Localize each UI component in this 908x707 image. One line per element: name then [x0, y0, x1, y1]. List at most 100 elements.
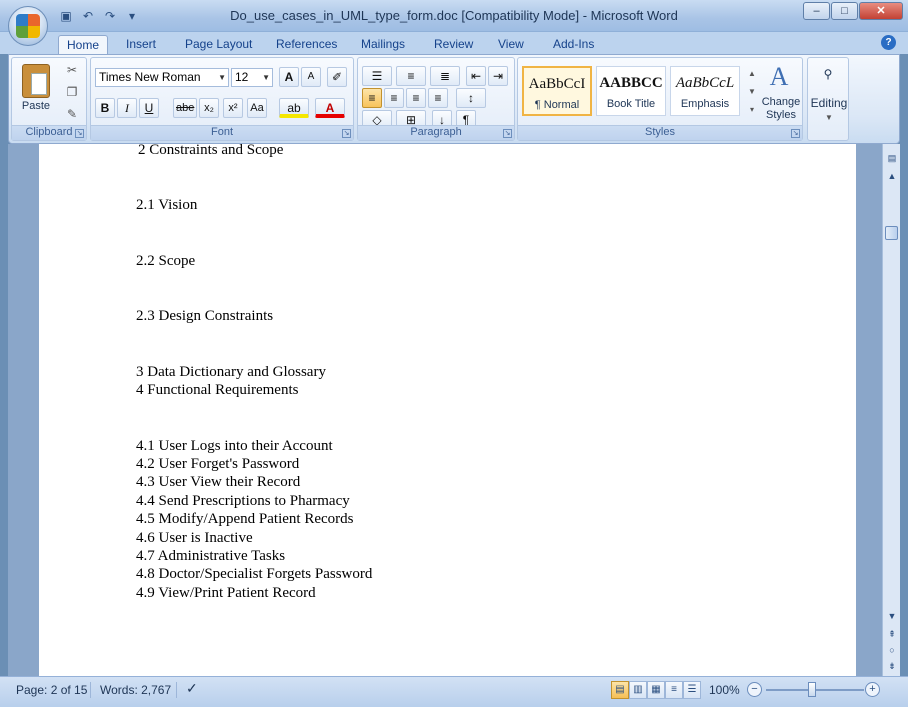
next-page-icon[interactable]: ⇟: [884, 658, 900, 674]
scroll-down-icon[interactable]: ▼: [884, 608, 900, 624]
line-spacing-icon[interactable]: ↕: [456, 88, 486, 108]
maximize-button[interactable]: □: [831, 2, 858, 20]
style-name: Book Title: [606, 98, 656, 110]
draft-icon[interactable]: ☰: [683, 681, 701, 699]
bullets-icon[interactable]: ☰: [362, 66, 392, 86]
close-button[interactable]: ✕: [859, 2, 903, 20]
select-browse-object-icon[interactable]: ○: [884, 642, 900, 658]
tab-add-ins[interactable]: Add-Ins: [545, 35, 602, 54]
paste-icon[interactable]: [22, 64, 50, 98]
font-family-select[interactable]: Times New Roman ▼: [95, 68, 229, 87]
styles-launcher-icon[interactable]: ↘: [791, 129, 800, 138]
highlight-icon[interactable]: ab: [279, 98, 309, 118]
title-bar: ▣ ↶ ↷ ▾ Do_use_cases_in_UML_type_form.do…: [0, 0, 908, 32]
binoculars-icon: ⚲: [823, 67, 833, 81]
document-area: 2 Constraints and Scope 2.1 Vision 2.2 S…: [8, 142, 882, 676]
tab-review[interactable]: Review: [426, 35, 481, 54]
font-color-icon[interactable]: A: [315, 98, 345, 118]
bold-button[interactable]: B: [95, 98, 115, 118]
clipboard-group: Paste ✂ ❐ ✎ Clipboard ↘: [11, 57, 87, 141]
styles-group: AaBbCcI ¶ Normal AABBCC Book Title AaBbC…: [517, 57, 803, 141]
change-styles-button[interactable]: Change Styles: [756, 96, 806, 122]
minimize-button[interactable]: –: [803, 2, 830, 20]
status-divider: [90, 682, 91, 698]
paste-button[interactable]: Paste: [18, 100, 54, 112]
decrease-indent-icon[interactable]: ⇤: [466, 66, 486, 86]
paragraph-group: ☰ ≡ ≣ ⇤ ⇥ ≡ ≡ ≡ ≡ ↕ ◇ ⊞ ↓ ¶ Paragraph ↘: [357, 57, 515, 141]
ribbon-tabs: Home Insert Page Layout References Maili…: [0, 32, 908, 54]
style-book-title[interactable]: AABBCC Book Title: [596, 66, 666, 116]
align-left-icon[interactable]: ≡: [362, 88, 382, 108]
tab-home[interactable]: Home: [58, 35, 109, 54]
tab-references[interactable]: References: [268, 35, 345, 54]
clear-formatting-icon[interactable]: ✐: [327, 67, 347, 87]
grow-font-button[interactable]: A: [279, 67, 299, 87]
help-icon[interactable]: ?: [881, 35, 896, 50]
tab-view[interactable]: View: [490, 35, 532, 54]
previous-page-icon[interactable]: ⇞: [884, 626, 900, 642]
scroll-up-icon[interactable]: ▲: [884, 168, 900, 184]
zoom-slider-thumb[interactable]: [808, 682, 816, 697]
tab-mailings[interactable]: Mailings: [353, 35, 413, 54]
zoom-out-icon[interactable]: −: [747, 682, 762, 697]
document-line: 2.2 Scope: [136, 253, 196, 269]
style-emphasis[interactable]: AaBbCcL Emphasis: [670, 66, 740, 116]
editing-button[interactable]: Editing: [808, 96, 850, 110]
zoom-level[interactable]: 100%: [709, 683, 740, 697]
strikethrough-button[interactable]: abe: [173, 98, 198, 118]
style-sample: AaBbCcI: [528, 76, 586, 92]
style-normal[interactable]: AaBbCcI ¶ Normal: [522, 66, 592, 116]
font-group-label: Font: [91, 125, 353, 140]
format-painter-icon[interactable]: ✎: [64, 106, 80, 122]
window-title: Do_use_cases_in_UML_type_form.doc [Compa…: [230, 8, 678, 23]
document-line: 2 Constraints and Scope: [138, 142, 284, 158]
shrink-font-button[interactable]: A: [301, 67, 321, 87]
chevron-down-icon: ▼: [825, 113, 833, 122]
styles-scroll-up-icon[interactable]: ▲: [744, 66, 760, 82]
clipboard-launcher-icon[interactable]: ↘: [75, 129, 84, 138]
scroll-thumb[interactable]: [885, 226, 898, 240]
justify-icon[interactable]: ≡: [428, 88, 448, 108]
view-ruler-icon[interactable]: ▤: [884, 150, 900, 166]
window-controls: – □ ✕: [803, 2, 903, 20]
italic-button[interactable]: I: [117, 98, 137, 118]
document-line: 4.2 User Forget's Password: [136, 456, 300, 472]
print-layout-icon[interactable]: ▤: [611, 681, 629, 699]
subscript-button[interactable]: x₂: [199, 98, 219, 118]
office-button[interactable]: [8, 6, 48, 46]
word-count[interactable]: Words: 2,767: [100, 683, 171, 697]
proofing-icon[interactable]: ✓: [186, 680, 198, 697]
align-right-icon[interactable]: ≡: [406, 88, 426, 108]
font-launcher-icon[interactable]: ↘: [342, 129, 351, 138]
numbering-icon[interactable]: ≡: [396, 66, 426, 86]
align-center-icon[interactable]: ≡: [384, 88, 404, 108]
document-page[interactable]: 2 Constraints and Scope 2.1 Vision 2.2 S…: [39, 142, 856, 676]
styles-group-label: Styles: [518, 125, 802, 140]
web-layout-icon[interactable]: ▦: [647, 681, 665, 699]
outline-icon[interactable]: ≡: [665, 681, 683, 699]
font-size-select[interactable]: 12 ▼: [231, 68, 273, 87]
document-line: 4.7 Administrative Tasks: [136, 548, 286, 564]
document-line: 2.3 Design Constraints: [136, 308, 274, 324]
tab-insert[interactable]: Insert: [118, 35, 164, 54]
multilevel-list-icon[interactable]: ≣: [430, 66, 460, 86]
document-line: 4.6 User is Inactive: [136, 530, 253, 546]
increase-indent-icon[interactable]: ⇥: [488, 66, 508, 86]
page-count[interactable]: Page: 2 of 15: [16, 683, 87, 697]
change-case-button[interactable]: Aa: [247, 98, 267, 118]
full-screen-reading-icon[interactable]: ▥: [629, 681, 647, 699]
underline-button[interactable]: U: [139, 98, 159, 118]
chevron-down-icon: ▼: [262, 73, 270, 82]
vertical-scrollbar[interactable]: ▤ ▲ ▼ ⇞ ○ ⇟: [882, 144, 900, 676]
font-group: Times New Roman ▼ 12 ▼ A A ✐ B I U abe x₂ …: [90, 57, 354, 141]
copy-icon[interactable]: ❐: [64, 84, 80, 100]
cut-icon[interactable]: ✂: [64, 62, 80, 78]
font-size-value: 12: [235, 70, 249, 84]
superscript-button[interactable]: x²: [223, 98, 243, 118]
change-styles-icon[interactable]: A: [764, 62, 794, 92]
document-line: 4.1 User Logs into their Account: [136, 438, 333, 454]
tab-page-layout[interactable]: Page Layout: [177, 35, 260, 54]
paragraph-group-label: Paragraph: [358, 125, 514, 140]
paragraph-launcher-icon[interactable]: ↘: [503, 129, 512, 138]
zoom-in-icon[interactable]: +: [865, 682, 880, 697]
